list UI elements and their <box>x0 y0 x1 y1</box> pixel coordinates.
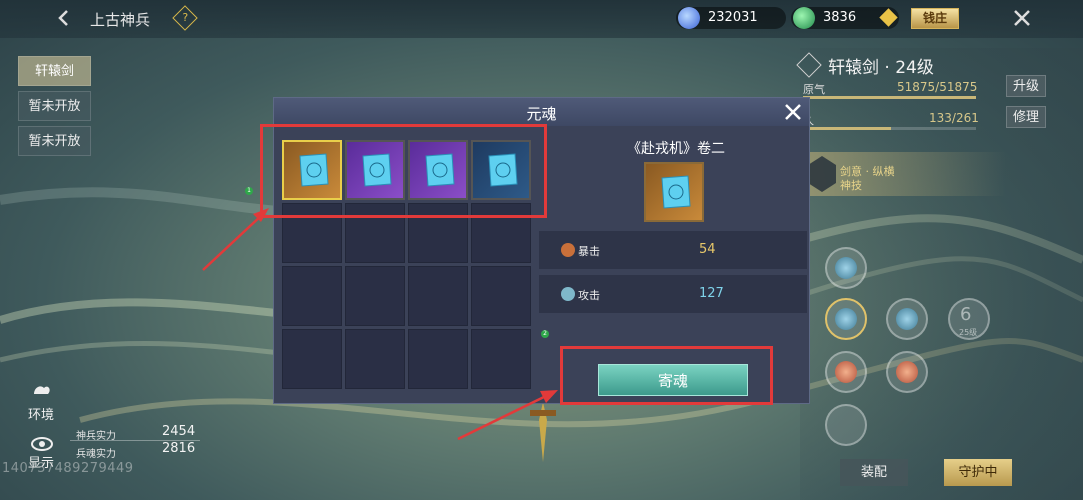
crystal-icon <box>678 7 700 29</box>
soul-power-label: 兵魂实力 <box>76 449 116 460</box>
soul-slot-1[interactable] <box>825 247 867 289</box>
soul-slot-3[interactable] <box>886 298 928 340</box>
stat-name: 攻击 <box>578 289 600 302</box>
inventory-slot-empty[interactable] <box>282 329 342 389</box>
item-detail-icon <box>644 162 704 222</box>
back-button[interactable] <box>52 6 76 30</box>
currency-crystal-value: 232031 <box>708 10 758 25</box>
highlight-attach-button <box>560 346 773 405</box>
inventory-slot-empty[interactable] <box>345 266 405 326</box>
soul-glyph-icon <box>896 308 918 330</box>
soul-glyph-icon <box>835 361 857 383</box>
attr-yuanqi-value: 51875/51875 <box>897 80 978 94</box>
modal-title: 元魂 <box>526 105 557 123</box>
skill-type: 神技 <box>840 179 862 192</box>
close-icon <box>1014 10 1030 26</box>
skill-row[interactable] <box>806 152 1006 196</box>
soul-slot-6[interactable] <box>886 351 928 393</box>
inventory-slot-empty[interactable] <box>471 329 531 389</box>
menu-item-locked-2[interactable]: 暂未开放 <box>18 126 91 156</box>
badge-1: 1 <box>245 187 253 195</box>
currency-jade: 3836 <box>791 7 899 29</box>
chevron-left-icon <box>58 10 68 26</box>
slot-lock-level: 25级 <box>959 328 978 337</box>
user-id: 140737489279449 <box>2 461 134 476</box>
equip-button[interactable]: 装配 <box>840 459 908 486</box>
attack-icon <box>561 287 575 301</box>
attr-yuanqi-label: 原气 <box>803 83 825 96</box>
page-title: 上古神兵 <box>90 11 151 29</box>
jade-icon <box>793 7 815 29</box>
item-detail-title: 《赴戎机》卷二 <box>627 141 725 157</box>
repair-button[interactable]: 修理 <box>1006 106 1046 128</box>
bank-button[interactable]: 钱庄 <box>911 8 959 29</box>
inventory-slot-empty[interactable] <box>471 266 531 326</box>
item-stat-attack: 攻击 127 <box>539 275 807 313</box>
sword-icon <box>530 402 556 462</box>
crit-icon <box>561 243 575 257</box>
attr-yuanqi-bar <box>803 96 976 99</box>
close-page-button[interactable] <box>1010 6 1034 30</box>
upgrade-button[interactable]: 升级 <box>1006 75 1046 97</box>
highlight-inventory-row <box>260 124 547 218</box>
scroll-icon <box>661 175 691 209</box>
inventory-slot-empty[interactable] <box>345 329 405 389</box>
stat-value: 54 <box>699 242 716 257</box>
stat-name: 暴击 <box>578 245 600 258</box>
soul-slot-7[interactable] <box>825 404 867 446</box>
close-icon <box>785 104 801 120</box>
add-currency-icon[interactable] <box>879 8 898 27</box>
weapon-title: 轩辕剑 · 24级 <box>828 58 934 78</box>
weapon-power-value: 2454 <box>162 424 196 439</box>
environment-label[interactable]: 环境 <box>28 404 54 423</box>
soul-glyph-icon <box>835 308 857 330</box>
soul-slot-2[interactable] <box>825 298 867 340</box>
soul-slot-5[interactable] <box>825 351 867 393</box>
currency-jade-value: 3836 <box>823 10 857 25</box>
menu-item-xuanyuan[interactable]: 轩辕剑 <box>18 56 91 86</box>
inventory-slot-empty[interactable] <box>408 329 468 389</box>
environment-icon[interactable] <box>30 380 54 402</box>
soul-power-value: 2816 <box>162 441 196 456</box>
badge-2: 2 <box>541 330 549 338</box>
attr-durability-bar <box>803 127 976 130</box>
stat-value: 127 <box>699 286 724 301</box>
attr-durability-value: 133/261 <box>929 111 979 125</box>
currency-crystal: 232031 <box>676 7 786 29</box>
soul-glyph-icon <box>896 361 918 383</box>
inventory-slot-empty[interactable] <box>408 266 468 326</box>
slot-lock-number: 6 <box>960 304 972 325</box>
item-stat-crit: 暴击 54 <box>539 231 807 269</box>
modal-close-button[interactable] <box>781 100 805 124</box>
inventory-slot-empty[interactable] <box>282 266 342 326</box>
guarding-button[interactable]: 守护中 <box>944 459 1012 486</box>
soul-glyph-icon <box>835 257 857 279</box>
modal-header: 元魂 <box>274 98 809 126</box>
menu-item-locked-1[interactable]: 暂未开放 <box>18 91 91 121</box>
